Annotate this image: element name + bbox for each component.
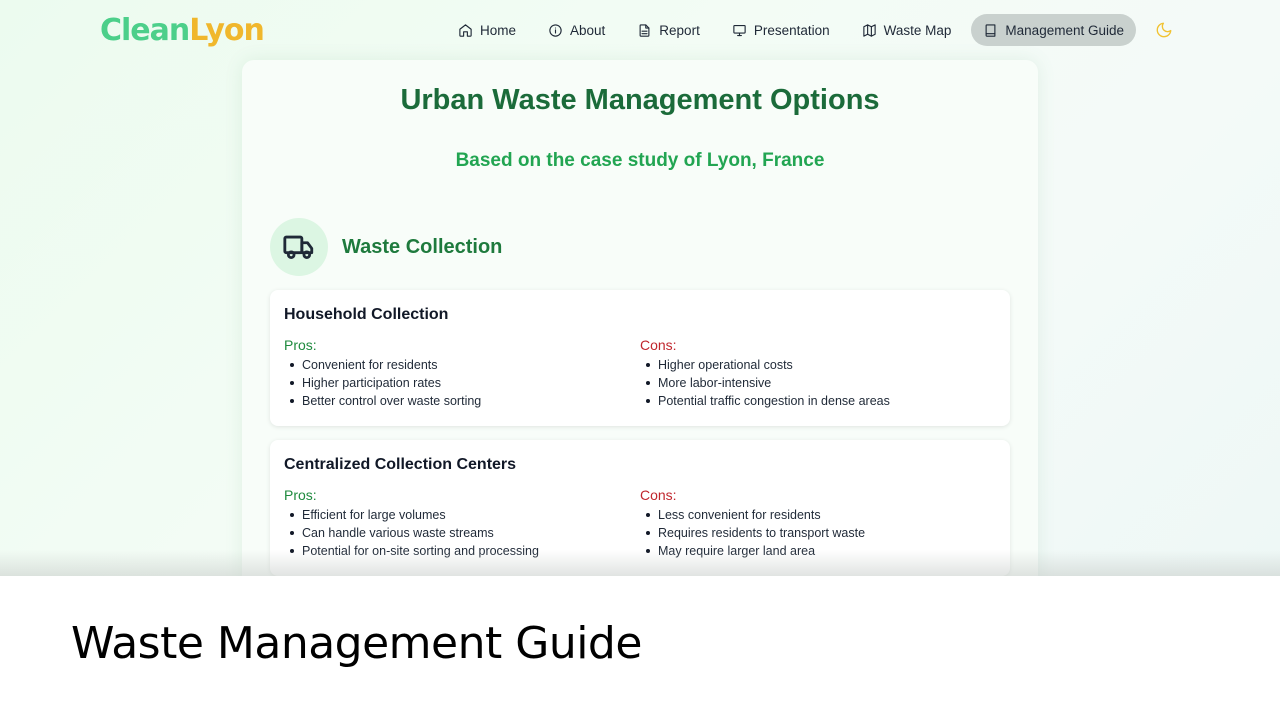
- home-icon: [459, 23, 472, 37]
- pros-item: Convenient for residents: [284, 356, 640, 374]
- pros-item: Can handle various waste streams: [284, 524, 640, 542]
- app-screenshot: CleanLyon Home About Report Presentation…: [0, 0, 1280, 576]
- cons-item: Potential traffic congestion in dense ar…: [640, 392, 996, 410]
- option-card: Household Collection Pros: Convenient fo…: [270, 290, 1010, 426]
- nav-report[interactable]: Report: [625, 14, 712, 46]
- option-card: Centralized Collection Centers Pros: Eff…: [270, 440, 1010, 576]
- page-subtitle: Based on the case study of Lyon, France: [455, 150, 825, 171]
- map-icon: [862, 23, 876, 37]
- pros-cons: Pros: Convenient for residents Higher pa…: [284, 337, 996, 410]
- theme-toggle[interactable]: [1155, 21, 1173, 39]
- nav-items: Home About Report Presentation Waste Map: [446, 14, 1144, 46]
- info-icon: [549, 23, 562, 37]
- pros-item: Higher participation rates: [284, 374, 640, 392]
- card-title: Centralized Collection Centers: [284, 456, 517, 473]
- nav-management-guide-label: Management Guide: [1005, 22, 1124, 38]
- guide-panel: Urban Waste Management Options Based on …: [242, 60, 1038, 576]
- nav-presentation[interactable]: Presentation: [720, 14, 842, 46]
- truck-icon: [283, 235, 314, 260]
- book-icon: [985, 23, 996, 37]
- cons-column: Cons: Higher operational costs More labo…: [640, 337, 996, 410]
- section-icon-wrap: [270, 218, 328, 276]
- pros-list: Efficient for large volumes Can handle v…: [284, 506, 640, 560]
- slide-caption: Waste Management Guide: [71, 618, 642, 669]
- slide: CleanLyon Home About Report Presentation…: [0, 0, 1280, 720]
- cons-item: Requires residents to transport waste: [640, 524, 996, 542]
- nav-presentation-label: Presentation: [753, 22, 830, 38]
- section-header: Waste Collection: [270, 218, 502, 276]
- moon-icon: [1156, 22, 1172, 38]
- nav-home[interactable]: Home: [446, 14, 528, 46]
- nav-home-label: Home: [480, 22, 517, 38]
- pros-item: Better control over waste sorting: [284, 392, 640, 410]
- logo-clean: Clean: [100, 13, 190, 48]
- pros-item: Potential for on-site sorting and proces…: [284, 542, 640, 560]
- nav-waste-map[interactable]: Waste Map: [850, 14, 964, 46]
- pros-label: Pros:: [284, 337, 317, 353]
- document-icon: [639, 23, 650, 37]
- cons-item: May require larger land area: [640, 542, 996, 560]
- cons-item: Higher operational costs: [640, 356, 996, 374]
- pros-item: Efficient for large volumes: [284, 506, 640, 524]
- section-title: Waste Collection: [342, 235, 503, 258]
- nav-report-label: Report: [659, 22, 700, 38]
- cons-list: Higher operational costs More labor-inte…: [640, 356, 996, 410]
- logo[interactable]: CleanLyon: [100, 13, 265, 48]
- pros-cons: Pros: Efficient for large volumes Can ha…: [284, 487, 996, 560]
- cons-item: Less convenient for residents: [640, 506, 996, 524]
- cons-label: Cons:: [640, 337, 677, 353]
- cons-item: More labor-intensive: [640, 374, 996, 392]
- cons-column: Cons: Less convenient for residents Requ…: [640, 487, 996, 560]
- pros-label: Pros:: [284, 487, 317, 503]
- nav-about[interactable]: About: [536, 14, 617, 46]
- pros-column: Pros: Convenient for residents Higher pa…: [284, 337, 640, 410]
- nav-about-label: About: [570, 22, 606, 38]
- pros-column: Pros: Efficient for large volumes Can ha…: [284, 487, 640, 560]
- cons-label: Cons:: [640, 487, 677, 503]
- pros-list: Convenient for residents Higher particip…: [284, 356, 640, 410]
- card-title: Household Collection: [284, 306, 449, 323]
- nav-waste-map-label: Waste Map: [883, 22, 952, 38]
- navbar: CleanLyon Home About Report Presentation…: [0, 0, 1280, 62]
- logo-lyon: Lyon: [189, 13, 265, 48]
- page-title: Urban Waste Management Options: [400, 84, 880, 116]
- nav-management-guide[interactable]: Management Guide: [971, 14, 1136, 46]
- cons-list: Less convenient for residents Requires r…: [640, 506, 996, 560]
- presentation-icon: [733, 24, 746, 36]
